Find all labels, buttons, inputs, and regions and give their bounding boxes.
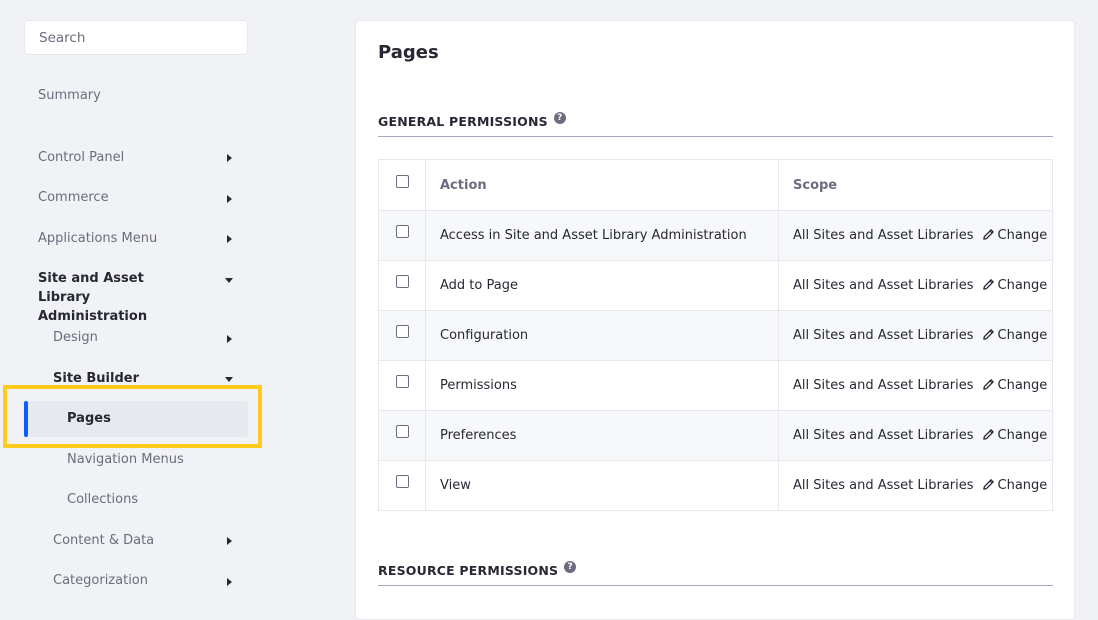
sidebar-item-site-admin[interactable]: Site and Asset Library Administration: [38, 269, 198, 326]
general-permissions-label: GENERAL PERMISSIONS: [378, 114, 548, 129]
change-label: Change: [997, 478, 1048, 493]
caret-right-icon[interactable]: [227, 195, 232, 203]
scope-cell: All Sites and Asset Libraries Change: [778, 360, 1053, 411]
pencil-icon: [982, 429, 994, 440]
change-link[interactable]: Change: [982, 478, 1048, 493]
table-header-row: Action Scope: [378, 159, 1053, 211]
general-permissions-heading: GENERAL PERMISSIONS?: [378, 112, 566, 129]
sidebar-item-commerce[interactable]: Commerce: [38, 188, 109, 207]
row-checkbox[interactable]: [395, 325, 409, 338]
sidebar-item-navigation-menus[interactable]: Navigation Menus: [67, 450, 184, 469]
caret-right-icon[interactable]: [227, 154, 232, 162]
sidebar-item-applications-menu[interactable]: Applications Menu: [38, 229, 157, 248]
sidebar-item-control-panel[interactable]: Control Panel: [38, 148, 124, 167]
resource-permissions-heading: RESOURCE PERMISSIONS?: [378, 561, 577, 578]
select-all-checkbox[interactable]: [395, 174, 409, 188]
sidebar-item-design[interactable]: Design: [53, 328, 98, 347]
sidebar-item-content-data[interactable]: Content & Data: [53, 531, 154, 550]
search-input[interactable]: [24, 20, 248, 55]
resource-permissions-label: RESOURCE PERMISSIONS: [378, 563, 559, 578]
change-link[interactable]: Change: [982, 228, 1048, 243]
scope-text: All Sites and Asset Libraries: [793, 428, 974, 443]
sidebar: Summary Control Panel Commerce Applicati…: [0, 0, 290, 596]
pencil-icon: [982, 329, 994, 340]
select-all-cell: [378, 159, 426, 211]
row-checkbox[interactable]: [395, 375, 409, 388]
change-label: Change: [997, 428, 1048, 443]
section-divider: [378, 136, 1053, 137]
section-divider: [378, 585, 1053, 586]
page-title: Pages: [378, 42, 439, 63]
sidebar-item-collections[interactable]: Collections: [67, 490, 138, 509]
caret-down-icon[interactable]: [225, 278, 233, 283]
scope-cell: All Sites and Asset Libraries Change: [778, 260, 1053, 311]
table-row: Permissions All Sites and Asset Librarie…: [378, 360, 1053, 411]
table-row: Add to Page All Sites and Asset Librarie…: [378, 260, 1053, 311]
action-cell: Permissions: [425, 360, 779, 411]
action-cell: Access in Site and Asset Library Adminis…: [425, 210, 779, 261]
pencil-icon: [982, 479, 994, 490]
change-link[interactable]: Change: [982, 328, 1048, 343]
row-checkbox[interactable]: [395, 225, 409, 238]
help-icon[interactable]: ?: [553, 112, 566, 124]
row-checkbox[interactable]: [395, 275, 409, 288]
caret-right-icon[interactable]: [227, 578, 232, 586]
change-label: Change: [997, 378, 1048, 393]
change-label: Change: [997, 328, 1048, 343]
change-link[interactable]: Change: [982, 278, 1048, 293]
caret-down-icon[interactable]: [225, 377, 233, 382]
scope-text: All Sites and Asset Libraries: [793, 378, 974, 393]
action-cell: Add to Page: [425, 260, 779, 311]
pencil-icon: [982, 379, 994, 390]
scope-text: All Sites and Asset Libraries: [793, 278, 974, 293]
action-cell: Configuration: [425, 310, 779, 361]
caret-right-icon[interactable]: [227, 335, 232, 343]
pencil-icon: [982, 279, 994, 290]
table-row: Preferences All Sites and Asset Librarie…: [378, 410, 1053, 461]
sidebar-item-categorization[interactable]: Categorization: [53, 571, 148, 590]
scope-cell: All Sites and Asset Libraries Change: [778, 310, 1053, 361]
pencil-icon: [982, 229, 994, 240]
change-label: Change: [997, 278, 1048, 293]
scope-text: All Sites and Asset Libraries: [793, 228, 974, 243]
column-header-action: Action: [425, 159, 779, 211]
table-row: Access in Site and Asset Library Adminis…: [378, 210, 1053, 261]
column-header-scope: Scope: [778, 159, 1053, 211]
scope-cell: All Sites and Asset Libraries Change: [778, 410, 1053, 461]
row-checkbox[interactable]: [395, 425, 409, 438]
change-link[interactable]: Change: [982, 428, 1048, 443]
scope-text: All Sites and Asset Libraries: [793, 328, 974, 343]
action-cell: View: [425, 460, 779, 511]
table-row: Configuration All Sites and Asset Librar…: [378, 310, 1053, 361]
table-row: View All Sites and Asset Libraries Change: [378, 460, 1053, 511]
scope-cell: All Sites and Asset Libraries Change: [778, 210, 1053, 261]
permissions-table: Action Scope Access in Site and Asset Li…: [378, 159, 1053, 511]
row-checkbox[interactable]: [395, 475, 409, 488]
change-label: Change: [997, 228, 1048, 243]
scope-cell: All Sites and Asset Libraries Change: [778, 460, 1053, 511]
caret-right-icon[interactable]: [227, 537, 232, 545]
sidebar-item-summary[interactable]: Summary: [38, 86, 101, 105]
scope-text: All Sites and Asset Libraries: [793, 478, 974, 493]
caret-right-icon[interactable]: [227, 235, 232, 243]
change-link[interactable]: Change: [982, 378, 1048, 393]
highlight-frame: [3, 385, 262, 448]
help-icon[interactable]: ?: [564, 561, 577, 573]
action-cell: Preferences: [425, 410, 779, 461]
